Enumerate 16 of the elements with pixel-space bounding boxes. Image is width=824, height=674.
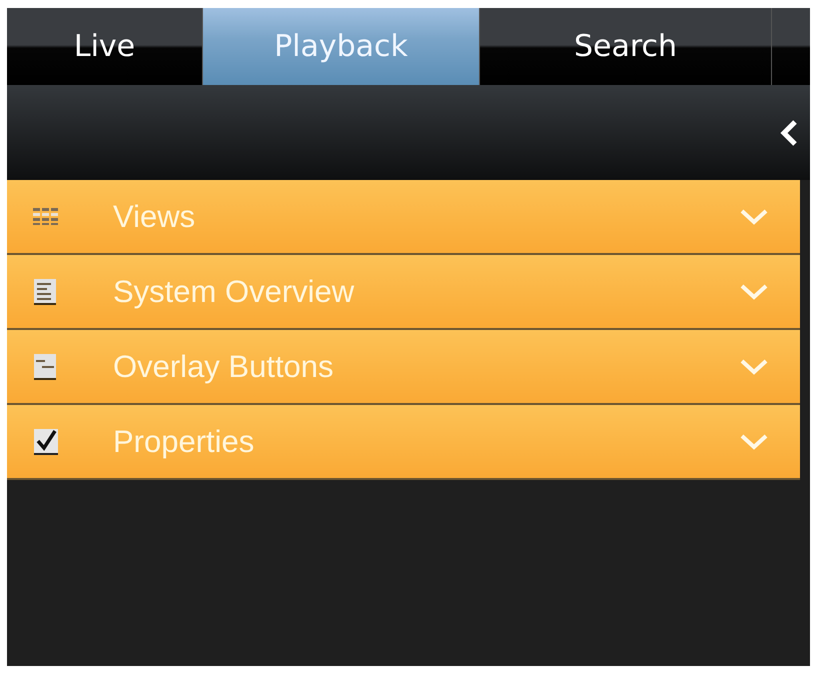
checkbox-icon — [33, 426, 59, 456]
tab[interactable]: Live — [7, 8, 203, 85]
panel-header[interactable]: Views — [7, 180, 800, 255]
panel-title: Properties — [112, 424, 256, 460]
document-icon — [33, 278, 57, 306]
panel-title: System Overview — [112, 274, 356, 310]
panel-title: Overlay Buttons — [112, 348, 335, 384]
overlay-icon — [33, 352, 57, 380]
tab[interactable]: Search — [480, 8, 772, 85]
panel-header[interactable]: Overlay Buttons — [7, 330, 800, 405]
tab[interactable]: Playback — [203, 8, 480, 85]
panel-header[interactable]: Properties — [7, 405, 800, 480]
panel-title: Views — [112, 198, 196, 234]
grid-icon — [33, 206, 59, 226]
collapse-icon[interactable] — [780, 118, 798, 146]
panel-header[interactable]: System Overview — [7, 255, 800, 330]
